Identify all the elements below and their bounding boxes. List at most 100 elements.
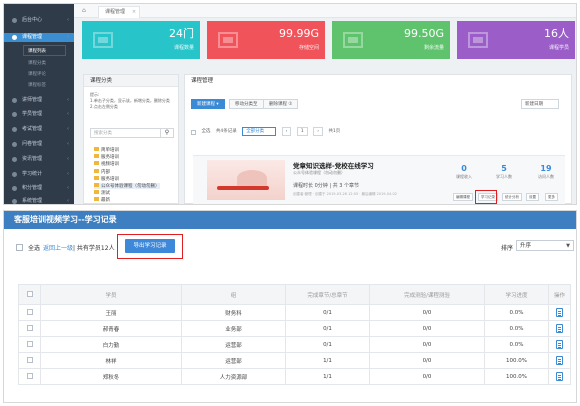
- course-info: 课程时长 0分钟 | 共 3 个章节: [293, 183, 359, 189]
- category-tree-item[interactable]: 服务培训: [94, 175, 119, 182]
- sidebar-item[interactable]: 课程分类: [4, 59, 74, 68]
- document-icon[interactable]: [556, 340, 563, 349]
- document-icon[interactable]: [556, 324, 563, 333]
- chevron-right-icon: ‹: [67, 185, 69, 191]
- row-checkbox-cell[interactable]: [18, 352, 41, 369]
- menu-icon: [12, 127, 17, 132]
- sort-label: 排序: [501, 245, 514, 252]
- folder-icon: [94, 190, 99, 195]
- sidebar-item[interactable]: 资讯管理 ‹: [4, 155, 74, 164]
- row-checkbox-cell[interactable]: [18, 304, 41, 321]
- header-checkbox[interactable]: [26, 291, 33, 298]
- document-icon[interactable]: [556, 372, 563, 381]
- toolbar-button[interactable]: 删除课程 ①: [263, 99, 299, 109]
- sidebar-item[interactable]: 学习统计 ‹: [4, 170, 74, 179]
- column-header: 操作: [548, 284, 571, 305]
- select-all-checkbox[interactable]: [191, 129, 196, 135]
- cell-group: 业务部: [181, 320, 286, 337]
- tab-course-management[interactable]: 课程管理 ×: [98, 6, 141, 18]
- menu-icon: [12, 35, 17, 40]
- metric-value: 0: [461, 164, 467, 173]
- stat-icon: [92, 29, 114, 51]
- action-cell[interactable]: [548, 368, 571, 385]
- category-panel-title: 课程分类: [84, 75, 178, 87]
- toolbar-button[interactable]: 新建课程 ▾: [191, 99, 225, 109]
- row-checkbox[interactable]: [26, 373, 33, 380]
- table-row: 郝青春 业务部 0/1 0/0 0.0%: [18, 320, 571, 337]
- course-action-button[interactable]: 更多: [545, 193, 558, 201]
- category-tree-item[interactable]: 简单培训: [94, 147, 119, 153]
- document-icon[interactable]: [556, 308, 563, 317]
- course-title[interactable]: 党章知识选样-党校在线学习: [293, 160, 374, 170]
- sidebar-item[interactable]: 学员管理 ‹: [4, 110, 74, 119]
- column-header: 完成章节/总章节: [285, 284, 370, 305]
- category-filter-select[interactable]: 全部分类: [242, 127, 277, 136]
- stat-label: 存储空间: [298, 45, 319, 51]
- course-action-button[interactable]: 编辑课程: [453, 193, 473, 201]
- course-action-button[interactable]: 统计分析: [502, 193, 522, 201]
- course-category: 公众号体验课程（勿动勿删）: [293, 170, 345, 175]
- action-cell[interactable]: [548, 304, 571, 321]
- menu-icon: [12, 98, 17, 103]
- column-header[interactable]: [18, 284, 41, 305]
- sidebar-item[interactable]: 系统管理 ‹: [4, 197, 74, 204]
- sort-order-select[interactable]: 升序 ▼: [516, 240, 574, 251]
- stat-icon: [342, 29, 364, 51]
- sidebar-item[interactable]: 考试管理 ‹: [4, 125, 74, 134]
- sidebar: 后台中心 ‹ 课程管理 ‹ 课程列表 课程分类 课程评论 课程标签 讲师管理 ‹ 学员管理 ‹ 考试管理…: [4, 4, 74, 204]
- row-checkbox[interactable]: [26, 325, 33, 332]
- category-tree-item[interactable]: 最新: [94, 197, 110, 203]
- toolbar-button[interactable]: 移动分类至: [229, 99, 264, 109]
- menu-icon: [12, 112, 17, 117]
- sidebar-item[interactable]: 课程标签: [4, 81, 74, 90]
- sidebar-item[interactable]: 课程管理 ‹: [4, 33, 74, 42]
- page-number-input[interactable]: 1: [296, 127, 308, 136]
- course-thumbnail[interactable]: [207, 160, 285, 200]
- sidebar-item[interactable]: 问卷管理 ‹: [4, 140, 74, 149]
- category-tree-item[interactable]: 视频培训: [94, 161, 119, 167]
- action-cell[interactable]: [548, 320, 571, 337]
- cell-group: 运营部: [181, 336, 286, 353]
- sidebar-item[interactable]: 讲师管理 ‹: [4, 96, 74, 105]
- action-cell[interactable]: [548, 352, 571, 369]
- category-tip-line: 2.点击左侧分类: [90, 104, 118, 109]
- record-count: 共4条记录: [215, 129, 237, 134]
- sidebar-item[interactable]: 后台中心 ‹: [4, 16, 74, 25]
- stat-label: 课程数量: [173, 45, 194, 51]
- course-list-panel: 课程管理 新建课程 ▾ 移动分类至 删除课程 ① 新建日期 全选 共4条记录 全部分…: [184, 74, 572, 204]
- table-row: 王丽 财务科 0/1 0/0 0.0%: [18, 304, 571, 321]
- row-checkbox-cell[interactable]: [18, 336, 41, 353]
- sidebar-item[interactable]: 积分管理 ‹: [4, 184, 74, 193]
- cell-tests: 0/0: [369, 352, 485, 369]
- document-icon[interactable]: [556, 356, 563, 365]
- search-icon[interactable]: ⚲: [160, 128, 173, 138]
- home-icon[interactable]: ⌂: [82, 7, 90, 15]
- action-cell[interactable]: [548, 336, 571, 353]
- course-action-button[interactable]: 设置: [526, 193, 539, 201]
- select-all-checkbox[interactable]: [16, 244, 23, 251]
- back-link[interactable]: 返回上一级: [43, 243, 73, 252]
- sidebar-item-label: 讲师管理: [22, 97, 43, 103]
- category-tree-item[interactable]: 服务培训: [94, 154, 119, 160]
- category-tree-item[interactable]: 内部: [94, 168, 110, 175]
- category-tree-item[interactable]: 公众号体验课程（勿动勿删）: [94, 183, 160, 189]
- prev-page-button[interactable]: ‹: [281, 127, 292, 136]
- category-search-input[interactable]: 搜索分类 ⚲: [90, 128, 174, 138]
- row-checkbox[interactable]: [26, 341, 33, 348]
- sort-select[interactable]: 新建日期: [521, 99, 559, 109]
- next-page-button[interactable]: ›: [313, 127, 323, 136]
- stat-value: 24门: [169, 27, 194, 40]
- row-checkbox[interactable]: [26, 309, 33, 316]
- close-icon[interactable]: ×: [132, 7, 136, 18]
- category-tree-item[interactable]: 测试: [94, 190, 110, 196]
- sidebar-item[interactable]: 课程评论: [4, 70, 74, 79]
- stat-card: 99.50G 剩余流量: [332, 21, 450, 59]
- row-checkbox-cell[interactable]: [18, 320, 41, 337]
- cell-progress: 0.0%: [484, 304, 549, 321]
- stat-icon: [467, 29, 489, 51]
- row-checkbox-cell[interactable]: [18, 368, 41, 385]
- row-checkbox[interactable]: [26, 357, 33, 364]
- course-meta: 创建者:管理 · 创建于 2019-03-26 12:05 · 最后编辑 201…: [293, 192, 397, 196]
- stat-card: 16人 课程学员: [457, 21, 575, 59]
- stat-label: 剩余流量: [423, 45, 444, 51]
